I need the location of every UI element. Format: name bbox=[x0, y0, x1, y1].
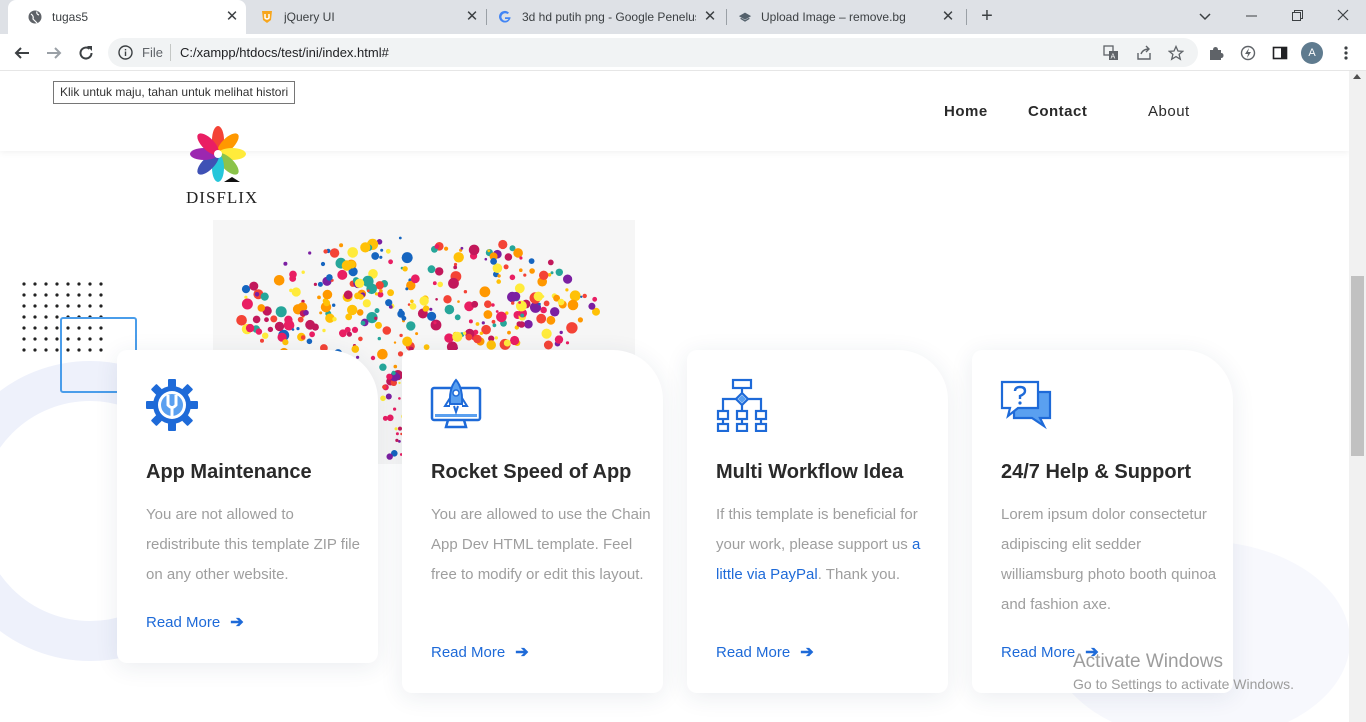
arrow-right-icon: ➔ bbox=[515, 644, 529, 661]
feature-card-app-maintenance: App Maintenance You are not allowed to r… bbox=[117, 350, 378, 663]
forward-button[interactable] bbox=[43, 42, 65, 64]
close-tab-icon[interactable]: ✕ bbox=[940, 9, 956, 25]
tab-search-button[interactable] bbox=[1195, 6, 1215, 26]
feature-description: You are not allowed to redistribute this… bbox=[146, 506, 360, 583]
translate-icon[interactable]: A bbox=[1102, 44, 1120, 62]
read-more-link[interactable]: Read More ➔ bbox=[716, 642, 814, 662]
tab-divider bbox=[726, 9, 727, 25]
arrow-right-icon: ➔ bbox=[230, 614, 244, 631]
tab-divider bbox=[966, 9, 967, 25]
globe-icon bbox=[28, 10, 42, 24]
feature-description: If this template is beneficial for your … bbox=[716, 506, 921, 583]
kebab-menu-icon[interactable] bbox=[1336, 43, 1356, 63]
performance-icon[interactable] bbox=[1238, 43, 1258, 63]
watermark-title: Activate Windows bbox=[1073, 651, 1223, 672]
close-tab-icon[interactable]: ✕ bbox=[464, 9, 480, 25]
read-more-link[interactable]: Read More ➔ bbox=[431, 642, 529, 662]
profile-avatar[interactable]: A bbox=[1301, 42, 1323, 64]
url-text[interactable]: C:/xampp/htdocs/test/ini/index.html# bbox=[180, 45, 389, 60]
feature-description: Lorem ipsum dolor consectetur adipiscing… bbox=[1001, 506, 1217, 613]
tab-jquery-ui[interactable]: jQuery UI ✕ bbox=[246, 0, 486, 34]
workflow-icon bbox=[716, 378, 768, 432]
pinwheel-logo-icon bbox=[190, 126, 246, 182]
tab-removebg[interactable]: Upload Image – remove.bg ✕ bbox=[728, 0, 966, 34]
scheme-label: File bbox=[142, 45, 163, 60]
side-panel-icon[interactable] bbox=[1270, 43, 1290, 63]
info-icon[interactable] bbox=[118, 45, 133, 60]
vertical-scrollbar[interactable] bbox=[1349, 71, 1366, 722]
logo-text: DISFLIX bbox=[186, 188, 259, 207]
browser-toolbar: File C:/xampp/htdocs/test/ini/index.html… bbox=[0, 34, 1366, 71]
scroll-up-arrow-icon[interactable] bbox=[1353, 74, 1361, 79]
svg-text:A: A bbox=[1111, 53, 1116, 61]
tab-title: Upload Image – remove.bg bbox=[761, 10, 906, 24]
feature-card-help-support: 24/7 Help & Support Lorem ipsum dolor co… bbox=[972, 350, 1233, 693]
web-page: Home Contact About Klik untuk maju, taha… bbox=[0, 71, 1349, 722]
reload-button[interactable] bbox=[75, 42, 97, 64]
close-tab-icon[interactable]: ✕ bbox=[702, 9, 718, 25]
address-divider bbox=[170, 44, 171, 61]
arrow-right-icon: ➔ bbox=[800, 644, 814, 661]
tab-title: tugas5 bbox=[52, 10, 89, 24]
feature-description: You are allowed to use the Chain App Dev… bbox=[431, 506, 651, 583]
feature-card-rocket-speed: Rocket Speed of App You are allowed to u… bbox=[402, 350, 663, 693]
tab-tugas5[interactable]: tugas5 ✕ bbox=[8, 0, 246, 34]
scroll-thumb[interactable] bbox=[1351, 276, 1364, 456]
gear-wrench-icon bbox=[146, 379, 198, 431]
removebg-icon bbox=[738, 10, 752, 24]
help-chat-icon bbox=[1000, 380, 1052, 430]
close-window-button[interactable] bbox=[1333, 6, 1353, 26]
rocket-monitor-icon bbox=[430, 378, 482, 429]
share-icon[interactable] bbox=[1135, 44, 1153, 62]
back-forward-tooltip: Klik untuk maju, tahan untuk melihat his… bbox=[53, 81, 296, 104]
watermark-subtitle: Go to Settings to activate Windows. bbox=[1073, 676, 1294, 692]
close-tab-icon[interactable]: ✕ bbox=[224, 9, 240, 25]
restore-button[interactable] bbox=[1287, 6, 1307, 26]
nav-home[interactable]: Home bbox=[944, 103, 988, 120]
minimize-button[interactable] bbox=[1241, 6, 1261, 26]
tab-google-search[interactable]: 3d hd putih png - Google Penelusur ✕ bbox=[488, 0, 726, 34]
tab-title: jQuery UI bbox=[284, 10, 335, 24]
nav-about[interactable]: About bbox=[1148, 103, 1190, 120]
tab-divider bbox=[486, 9, 487, 25]
feature-title: Rocket Speed of App bbox=[431, 461, 632, 483]
site-logo[interactable]: DISFLIX bbox=[186, 124, 259, 208]
feature-card-multi-workflow: Multi Workflow Idea If this template is … bbox=[687, 350, 948, 693]
google-icon bbox=[498, 10, 512, 24]
feature-title: 24/7 Help & Support bbox=[1001, 461, 1192, 483]
feature-title: Multi Workflow Idea bbox=[716, 461, 904, 483]
new-tab-button[interactable]: + bbox=[977, 6, 997, 27]
tab-strip: tugas5 ✕ jQuery UI ✕ 3d hd putih png - G… bbox=[0, 0, 1366, 34]
feature-title: App Maintenance bbox=[146, 461, 312, 483]
tab-title: 3d hd putih png - Google Penelusur bbox=[522, 10, 696, 24]
back-button[interactable] bbox=[11, 42, 33, 64]
bookmark-star-icon[interactable] bbox=[1167, 44, 1185, 62]
jquery-shield-icon bbox=[260, 10, 274, 24]
address-bar[interactable]: File C:/xampp/htdocs/test/ini/index.html… bbox=[108, 38, 1198, 67]
windows-activation-watermark: Activate Windows Go to Settings to activ… bbox=[1073, 651, 1294, 692]
nav-contact[interactable]: Contact bbox=[1028, 103, 1087, 120]
extensions-puzzle-icon[interactable] bbox=[1206, 43, 1226, 63]
read-more-link[interactable]: Read More ➔ bbox=[146, 612, 244, 632]
